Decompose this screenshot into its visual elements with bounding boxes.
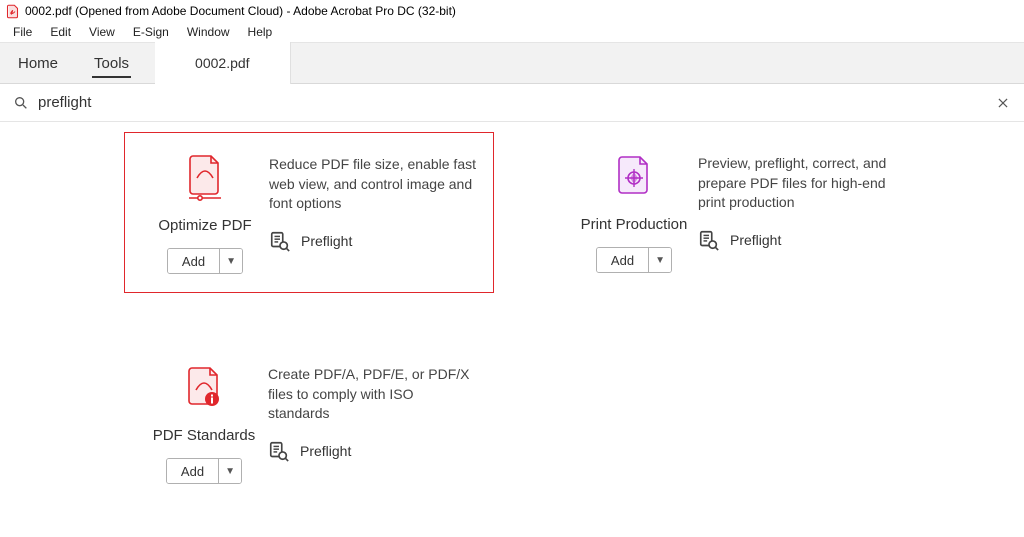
tool-description: Create PDF/A, PDF/E, or PDF/X files to c… xyxy=(268,365,478,424)
search-input[interactable] xyxy=(38,94,994,111)
tools-content: Optimize PDF Add ▼ Reduce PDF file size,… xyxy=(0,122,1024,512)
tab-home[interactable]: Home xyxy=(0,42,76,84)
acrobat-icon xyxy=(4,3,20,19)
menu-edit[interactable]: Edit xyxy=(41,23,80,41)
sub-tool-preflight[interactable]: Preflight xyxy=(698,229,908,251)
menu-window[interactable]: Window xyxy=(178,23,239,41)
tool-description: Preview, preflight, correct, and prepare… xyxy=(698,154,908,213)
add-split-button[interactable]: Add ▼ xyxy=(167,248,243,274)
search-bar xyxy=(0,84,1024,122)
sub-tool-preflight[interactable]: Preflight xyxy=(268,440,478,462)
tab-document[interactable]: 0002.pdf xyxy=(155,42,291,84)
window-title: 0002.pdf (Opened from Adobe Document Clo… xyxy=(25,4,456,18)
tool-title: Print Production xyxy=(581,216,688,233)
preflight-icon xyxy=(698,229,720,251)
menu-esign[interactable]: E-Sign xyxy=(124,23,178,41)
sub-tool-preflight[interactable]: Preflight xyxy=(269,230,477,252)
tab-tools[interactable]: Tools xyxy=(76,42,147,84)
add-split-button[interactable]: Add ▼ xyxy=(596,247,672,273)
optimize-pdf-icon xyxy=(182,155,228,201)
add-button[interactable]: Add xyxy=(167,459,219,483)
sub-tool-label: Preflight xyxy=(301,233,352,249)
preflight-icon xyxy=(268,440,290,462)
add-split-button[interactable]: Add ▼ xyxy=(166,458,242,484)
clear-search-button[interactable] xyxy=(994,94,1012,112)
tool-description: Reduce PDF file size, enable fast web vi… xyxy=(269,155,477,214)
window-titlebar: 0002.pdf (Opened from Adobe Document Clo… xyxy=(0,0,1024,22)
pdf-standards-icon xyxy=(181,365,227,411)
search-icon xyxy=(12,94,30,112)
menu-view[interactable]: View xyxy=(80,23,124,41)
tool-title: PDF Standards xyxy=(153,427,256,444)
sub-tool-label: Preflight xyxy=(730,232,781,248)
tool-card-pdf-standards[interactable]: PDF Standards Add ▼ Create PDF/A, PDF/E,… xyxy=(124,343,494,502)
add-dropdown[interactable]: ▼ xyxy=(220,249,242,273)
menu-help[interactable]: Help xyxy=(239,23,282,41)
add-button[interactable]: Add xyxy=(597,248,649,272)
tool-card-print-production[interactable]: Print Production Add ▼ Preview, prefligh… xyxy=(554,132,924,293)
preflight-icon xyxy=(269,230,291,252)
menu-file[interactable]: File xyxy=(4,23,41,41)
tab-bar: Home Tools 0002.pdf xyxy=(0,42,1024,84)
tool-card-optimize-pdf[interactable]: Optimize PDF Add ▼ Reduce PDF file size,… xyxy=(124,132,494,293)
add-dropdown[interactable]: ▼ xyxy=(649,248,671,272)
tool-title: Optimize PDF xyxy=(158,217,251,234)
add-dropdown[interactable]: ▼ xyxy=(219,459,241,483)
print-production-icon xyxy=(611,154,657,200)
sub-tool-label: Preflight xyxy=(300,443,351,459)
menu-bar: File Edit View E-Sign Window Help xyxy=(0,22,1024,42)
add-button[interactable]: Add xyxy=(168,249,220,273)
